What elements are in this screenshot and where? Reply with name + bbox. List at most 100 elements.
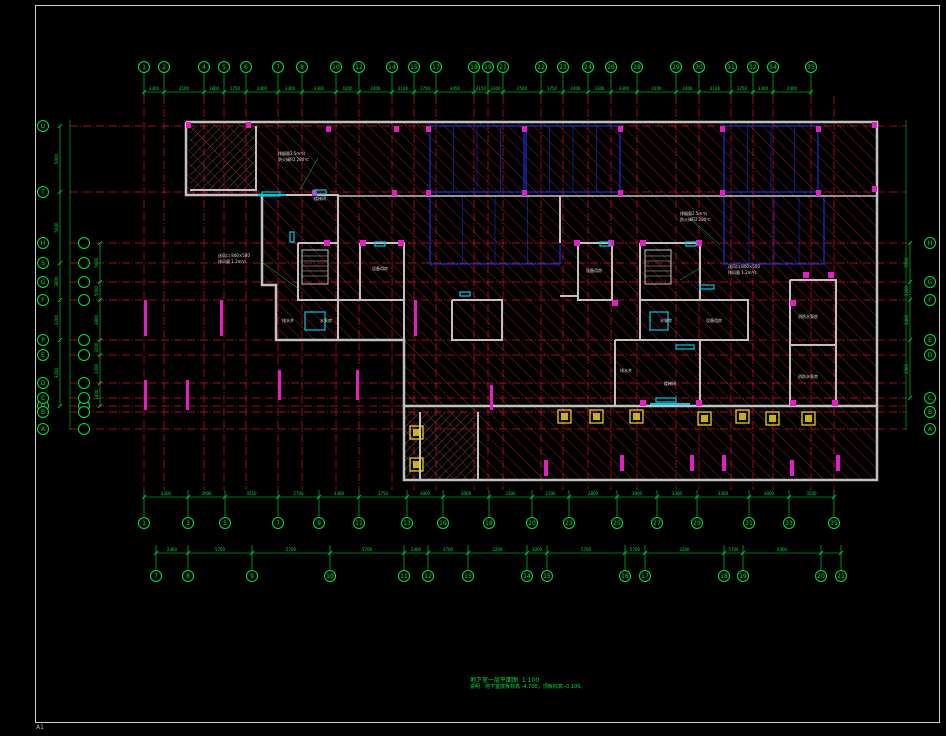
axis-bubble-label: 31 bbox=[727, 64, 735, 71]
column bbox=[356, 370, 359, 400]
dim-label: 3000 bbox=[461, 491, 472, 496]
axis-bubble-left-inner bbox=[78, 257, 90, 269]
axis-bubble-top: 22 bbox=[535, 61, 547, 73]
axis-bubble-left-inner bbox=[78, 406, 90, 418]
axis-bubble-left: A bbox=[37, 423, 49, 435]
axis-bubble-label: 10 bbox=[332, 64, 340, 71]
room-label: 排水井 bbox=[620, 367, 632, 373]
dim-label: 1750 bbox=[230, 86, 241, 91]
axis-bubble-label: 34 bbox=[769, 64, 777, 71]
axis-bubble-label: 13 bbox=[464, 573, 472, 580]
axis-bubble-bottom2: 11 bbox=[398, 570, 410, 582]
axis-bubble-label: F bbox=[928, 297, 932, 304]
axis-bubble-label: 1 bbox=[142, 64, 146, 71]
axis-bubble-bottom2: 20 bbox=[815, 570, 827, 582]
dim-label: 3300 bbox=[149, 86, 160, 91]
axis-bubble-label: 20 bbox=[817, 573, 825, 580]
column bbox=[828, 272, 834, 278]
axis-bubble-circle bbox=[78, 392, 90, 404]
axis-bubble-bottom: 35 bbox=[828, 517, 840, 529]
dim-label: 3900 bbox=[632, 491, 643, 496]
axis-bubble-label: 12 bbox=[355, 64, 363, 71]
room-label: 排风量 1.2m³/s bbox=[728, 269, 757, 275]
axis-bubble-label: 5 bbox=[223, 520, 227, 527]
axis-bubble-bottom2: 14 bbox=[521, 570, 533, 582]
axis-bubble-top: 6 bbox=[240, 61, 252, 73]
axis-bubble-right: F bbox=[924, 294, 936, 306]
axis-bubble-bottom2: 17 bbox=[639, 570, 651, 582]
dim-label: 2460 bbox=[167, 547, 178, 552]
axis-bubble-label: B bbox=[928, 409, 932, 416]
axis-bubble-label: H bbox=[41, 240, 46, 247]
room-label: 设备用房 bbox=[586, 267, 602, 273]
axis-bubble-label: 7 bbox=[276, 520, 280, 527]
dim-label: 3300 bbox=[505, 491, 516, 496]
axis-bubble-label: 25 bbox=[613, 520, 621, 527]
axis-bubble-label: 21 bbox=[837, 573, 845, 580]
axis-bubble-bottom: 20 bbox=[526, 517, 538, 529]
room-label: 水泵房 bbox=[660, 317, 672, 323]
axis-bubble-label: 16 bbox=[621, 573, 629, 580]
fan-core bbox=[769, 415, 776, 422]
fan-core bbox=[413, 461, 420, 468]
dim-label: 5700 bbox=[581, 547, 592, 552]
axis-bubble-top: 7 bbox=[272, 61, 284, 73]
column bbox=[522, 190, 527, 196]
dim-label: 3300 bbox=[672, 491, 683, 496]
axis-bubble-label: 10 bbox=[326, 573, 334, 580]
axis-bubble-left-inner bbox=[78, 377, 90, 389]
axis-bubble-label: 18 bbox=[470, 64, 478, 71]
axis-bubble-bottom2: 18 bbox=[718, 570, 730, 582]
axis-bubble-left: H bbox=[37, 237, 49, 249]
axis-bubble-bottom2: 9 bbox=[246, 570, 258, 582]
dim-label: 2100 bbox=[179, 86, 190, 91]
axis-bubble-right: E bbox=[924, 334, 936, 346]
axis-bubble-label: 35 bbox=[830, 520, 838, 527]
axis-bubble-bottom: 23 bbox=[563, 517, 575, 529]
room-label: 送风口 800×500 bbox=[728, 263, 760, 269]
axis-bubble-top: 35 bbox=[805, 61, 817, 73]
axis-bubble-bottom: 7 bbox=[272, 517, 284, 529]
axis-bubble-bottom: 29 bbox=[691, 517, 703, 529]
axis-bubble-top: 5 bbox=[218, 61, 230, 73]
axis-bubble-label: 18 bbox=[485, 520, 493, 527]
axis-bubble-top: 12 bbox=[353, 61, 365, 73]
dim-label: 3800 bbox=[94, 314, 99, 325]
dim-label: 5700 bbox=[286, 547, 297, 552]
axis-bubble-top: 30 bbox=[693, 61, 705, 73]
fan-core bbox=[739, 413, 746, 420]
dim-label: 2500 bbox=[517, 86, 528, 91]
dim-label: 2400 bbox=[682, 86, 693, 91]
dim-label: 5000 bbox=[94, 257, 99, 268]
axis-bubble-label: 26 bbox=[607, 64, 615, 71]
axis-bubble-bottom2: 16 bbox=[619, 570, 631, 582]
room-label: 消防水泵房 bbox=[798, 373, 818, 379]
drawing-title: 地下室一层平面图 bbox=[470, 677, 519, 684]
dim-label: 5700 bbox=[630, 547, 641, 552]
fan-core bbox=[805, 415, 812, 422]
axis-bubble-left-inner bbox=[78, 294, 90, 306]
axis-bubble-label: 28 bbox=[633, 64, 641, 71]
dim-label: 2100 bbox=[398, 86, 409, 91]
axis-bubble-top: 29 bbox=[670, 61, 682, 73]
axis-bubble-left: B bbox=[37, 406, 49, 418]
axis-bubble-right: G bbox=[924, 276, 936, 288]
column bbox=[696, 240, 702, 246]
dim-label: 2400 bbox=[370, 86, 381, 91]
dim-label: 3300 bbox=[314, 86, 325, 91]
axis-bubble-left-inner bbox=[78, 237, 90, 249]
drawing-scale: 1:100 bbox=[521, 677, 540, 684]
axis-bubble-label: 15 bbox=[410, 64, 418, 71]
hatched-ramp bbox=[404, 412, 479, 480]
column bbox=[690, 455, 694, 471]
dim-label: 3200 bbox=[54, 314, 59, 325]
axis-bubble-bottom2: 8 bbox=[182, 570, 194, 582]
axis-bubble-left: G bbox=[37, 276, 49, 288]
axis-bubble-label: E bbox=[41, 352, 45, 359]
axis-bubble-label: U bbox=[41, 123, 45, 130]
room-label: 送风口 800×500 bbox=[218, 252, 250, 258]
axis-bubble-left: E bbox=[37, 349, 49, 361]
axis-bubble-bottom: 33 bbox=[783, 517, 795, 529]
axis-bubble-top: 32 bbox=[747, 61, 759, 73]
column bbox=[426, 190, 431, 196]
